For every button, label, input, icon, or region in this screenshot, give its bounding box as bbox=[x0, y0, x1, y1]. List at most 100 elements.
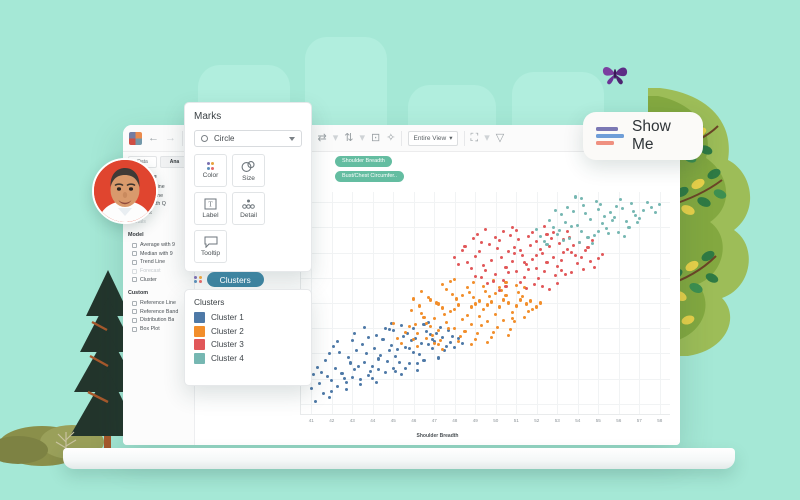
scatter-point[interactable] bbox=[516, 237, 520, 241]
scatter-point[interactable] bbox=[330, 379, 334, 383]
scatter-point[interactable] bbox=[510, 225, 514, 229]
scatter-point[interactable] bbox=[598, 202, 602, 206]
scatter-point[interactable] bbox=[631, 209, 635, 213]
scatter-point[interactable] bbox=[418, 352, 422, 356]
scatter-point[interactable] bbox=[559, 269, 563, 273]
scatter-point[interactable] bbox=[490, 300, 494, 304]
scatter-point[interactable] bbox=[504, 294, 508, 298]
scatter-point[interactable] bbox=[522, 276, 526, 280]
scatter-point[interactable] bbox=[449, 340, 453, 344]
scatter-point[interactable] bbox=[506, 333, 510, 337]
chevron-down-icon[interactable]: ▾ bbox=[333, 132, 339, 144]
scatter-point[interactable] bbox=[461, 317, 465, 321]
show-mark-labels-icon[interactable]: ⊡ bbox=[371, 132, 380, 144]
scatter-point[interactable] bbox=[514, 228, 518, 232]
scatter-point[interactable] bbox=[621, 206, 625, 210]
scatter-point[interactable] bbox=[514, 284, 518, 288]
scatter-point[interactable] bbox=[555, 265, 559, 269]
scatter-point[interactable] bbox=[524, 287, 529, 291]
scatter-point[interactable] bbox=[457, 263, 461, 267]
scatter-point[interactable] bbox=[453, 256, 457, 260]
scatter-point[interactable] bbox=[529, 299, 533, 303]
scatter-point[interactable] bbox=[440, 306, 444, 310]
fix-axes-icon[interactable]: ⛶ bbox=[471, 132, 479, 144]
scatter-point[interactable] bbox=[352, 331, 356, 335]
scatter-point[interactable] bbox=[467, 291, 471, 295]
scatter-point[interactable] bbox=[504, 266, 508, 270]
scatter-point[interactable] bbox=[461, 294, 465, 298]
scatter-point[interactable] bbox=[479, 323, 483, 327]
scatter-point[interactable] bbox=[535, 267, 539, 271]
scatter-point[interactable] bbox=[504, 285, 508, 289]
scatter-point[interactable] bbox=[434, 331, 438, 335]
scatter-point[interactable] bbox=[436, 328, 440, 332]
forward-arrow-icon[interactable]: → bbox=[165, 132, 176, 144]
scatter-point[interactable] bbox=[615, 204, 619, 208]
scatter-point[interactable] bbox=[395, 336, 399, 340]
scatter-point[interactable] bbox=[522, 315, 526, 319]
scatter-point[interactable] bbox=[422, 315, 426, 319]
scatter-point[interactable] bbox=[481, 264, 485, 268]
scatter-point[interactable] bbox=[397, 360, 401, 365]
scatter-point[interactable] bbox=[453, 278, 457, 282]
scatter-point[interactable] bbox=[633, 213, 637, 217]
scatter-point[interactable] bbox=[541, 252, 545, 256]
scatter-point[interactable] bbox=[418, 304, 422, 308]
scatter-point[interactable] bbox=[457, 303, 461, 307]
scatter-point[interactable] bbox=[650, 205, 654, 209]
scatter-point[interactable] bbox=[352, 368, 356, 372]
scatter-point[interactable] bbox=[565, 247, 570, 252]
scatter-point[interactable] bbox=[445, 320, 449, 324]
scatter-point[interactable] bbox=[371, 364, 375, 368]
scatter-point[interactable] bbox=[410, 308, 414, 312]
scatter-point[interactable] bbox=[483, 269, 488, 273]
scatter-point[interactable] bbox=[440, 347, 444, 351]
scatter-point[interactable] bbox=[535, 254, 539, 258]
scatter-point[interactable] bbox=[399, 341, 403, 345]
scatter-point[interactable] bbox=[539, 234, 543, 238]
scatter-point[interactable] bbox=[654, 210, 658, 214]
shelf-pill-rows[interactable]: Bust/Chest Circumfer.. bbox=[335, 171, 405, 182]
scatter-point[interactable] bbox=[508, 327, 512, 331]
scatter-point[interactable] bbox=[586, 245, 590, 250]
scatter-point[interactable] bbox=[506, 249, 510, 254]
scatter-point[interactable] bbox=[500, 256, 504, 260]
scatter-point[interactable] bbox=[572, 209, 576, 213]
scatter-point[interactable] bbox=[465, 286, 469, 290]
scatter-point[interactable] bbox=[557, 228, 561, 232]
scatter-point[interactable] bbox=[479, 276, 483, 280]
scatter-point[interactable] bbox=[436, 356, 440, 360]
scatter-point[interactable] bbox=[408, 361, 412, 366]
scatter-point[interactable] bbox=[559, 212, 563, 216]
chevron-down-icon[interactable]: ▾ bbox=[360, 132, 366, 144]
scatter-point[interactable] bbox=[586, 235, 590, 239]
scatter-point[interactable] bbox=[393, 354, 397, 359]
analytics-item[interactable]: Distribution Ba bbox=[128, 316, 189, 325]
scatter-point[interactable] bbox=[527, 268, 531, 272]
scatter-point[interactable] bbox=[387, 349, 391, 353]
scatter-point[interactable] bbox=[561, 238, 565, 242]
scatter-point[interactable] bbox=[565, 205, 570, 209]
scatter-point[interactable] bbox=[363, 360, 367, 365]
scatter-point[interactable] bbox=[529, 243, 533, 248]
scatter-point[interactable] bbox=[399, 323, 403, 327]
marks-detail-button[interactable]: Detail bbox=[232, 192, 265, 225]
scatter-point[interactable] bbox=[488, 242, 492, 247]
scatter-point[interactable] bbox=[381, 337, 385, 341]
scatter-point[interactable] bbox=[514, 270, 518, 274]
scatter-point[interactable] bbox=[570, 224, 574, 228]
scatter-point[interactable] bbox=[619, 197, 623, 201]
scatter-point[interactable] bbox=[375, 380, 379, 384]
scatter-point[interactable] bbox=[645, 200, 649, 204]
scatter-point[interactable] bbox=[416, 361, 420, 366]
scatter-point[interactable] bbox=[504, 281, 508, 285]
chevron-down-icon[interactable]: ▾ bbox=[484, 132, 490, 144]
scatter-point[interactable] bbox=[309, 387, 313, 391]
scatter-point[interactable] bbox=[520, 254, 524, 258]
marks-size-button[interactable]: Size bbox=[232, 154, 265, 187]
analytics-item[interactable]: Reference Line bbox=[128, 299, 189, 308]
scatter-point[interactable] bbox=[625, 219, 629, 223]
scatter-point[interactable] bbox=[512, 319, 516, 323]
scatter-point[interactable] bbox=[592, 233, 596, 237]
scatter-point[interactable] bbox=[365, 351, 369, 355]
